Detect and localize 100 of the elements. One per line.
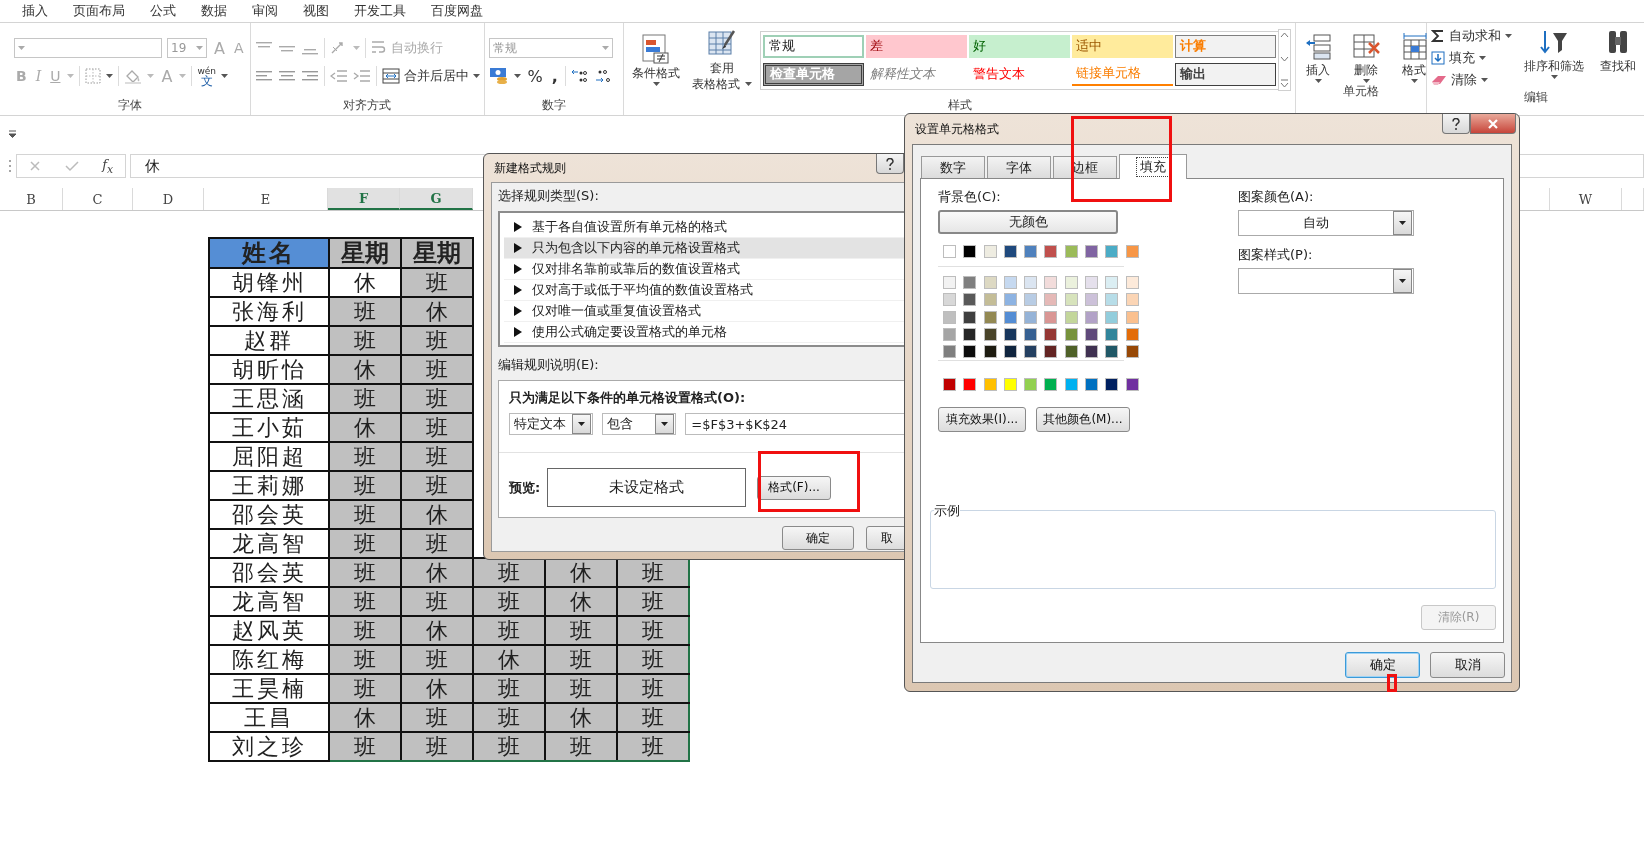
paint-bucket-icon[interactable]: [124, 68, 143, 84]
dialog-tab[interactable]: 数字: [921, 156, 985, 178]
cell-style-item[interactable]: 警告文本: [969, 62, 1070, 86]
color-swatch[interactable]: [1003, 378, 1017, 392]
ribbon-tab[interactable]: 审阅: [240, 0, 291, 22]
merge-center-button[interactable]: 合并后居中: [381, 67, 480, 85]
condition-type-dropdown[interactable]: 特定文本: [509, 413, 594, 435]
insert-function-button[interactable]: f$_{x}$: [102, 156, 114, 176]
gallery-scrollbar[interactable]: [1278, 29, 1291, 91]
caret-icon[interactable]: [1505, 34, 1512, 38]
cell-style-item[interactable]: 适中: [1072, 34, 1173, 58]
color-swatch[interactable]: [963, 327, 977, 341]
cancel-icon[interactable]: [28, 160, 41, 172]
help-button[interactable]: [876, 154, 904, 174]
dialog-tab[interactable]: 填充: [1119, 154, 1187, 179]
color-swatch[interactable]: [983, 327, 997, 341]
color-swatch[interactable]: [1044, 327, 1058, 341]
column-header[interactable]: C: [63, 188, 133, 210]
fill-effects-button[interactable]: 填充效果(I)...: [938, 407, 1026, 433]
confirm-icon[interactable]: [64, 160, 79, 172]
color-swatch[interactable]: [1105, 293, 1119, 307]
caret-icon[interactable]: [106, 74, 114, 78]
color-swatch[interactable]: [1003, 327, 1017, 341]
caret-icon[interactable]: [1399, 221, 1406, 225]
color-swatch[interactable]: [1024, 245, 1038, 259]
operator-dropdown[interactable]: 包含: [602, 413, 677, 435]
color-swatch[interactable]: [943, 293, 956, 307]
ribbon-tab[interactable]: 视图: [291, 0, 342, 22]
delete-button[interactable]: 删除: [1348, 31, 1384, 83]
color-swatch[interactable]: [1085, 327, 1099, 341]
caret-icon[interactable]: [652, 82, 660, 86]
ribbon-tab[interactable]: 插入: [10, 0, 61, 22]
color-swatch[interactable]: [1044, 293, 1058, 307]
color-swatch[interactable]: [1125, 345, 1139, 359]
color-swatch[interactable]: [1003, 245, 1017, 259]
customize-toolbar-icon[interactable]: [8, 130, 17, 138]
color-swatch[interactable]: [1064, 245, 1078, 259]
color-swatch[interactable]: [963, 310, 977, 324]
column-header[interactable]: F: [328, 188, 400, 210]
help-button[interactable]: [1442, 114, 1470, 134]
color-swatch[interactable]: [1064, 327, 1078, 341]
ribbon-tab[interactable]: 百度网盘: [419, 0, 496, 22]
color-swatch[interactable]: [1085, 345, 1099, 359]
color-swatch[interactable]: [1105, 378, 1119, 392]
color-swatch[interactable]: [963, 293, 977, 307]
caret-icon[interactable]: [1314, 79, 1322, 83]
color-swatch[interactable]: [1064, 345, 1078, 359]
color-swatch[interactable]: [943, 378, 956, 392]
increase-indent-icon[interactable]: [352, 69, 371, 83]
conditional-format-button[interactable]: 条件格式: [628, 34, 684, 86]
color-swatch[interactable]: [943, 276, 956, 290]
color-swatch[interactable]: [1024, 276, 1038, 290]
caret-icon[interactable]: [472, 74, 480, 78]
color-swatch[interactable]: [1024, 378, 1038, 392]
caret-icon[interactable]: [1481, 78, 1488, 82]
cancel-button[interactable]: 取消: [1430, 652, 1505, 678]
color-swatch[interactable]: [1125, 245, 1139, 259]
insert-button[interactable]: 插入: [1300, 31, 1336, 83]
color-swatch[interactable]: [1003, 345, 1017, 359]
color-swatch[interactable]: [963, 378, 977, 392]
color-swatch[interactable]: [943, 345, 956, 359]
decrease-indent-icon[interactable]: [329, 69, 348, 83]
color-swatch[interactable]: [1024, 327, 1038, 341]
color-swatch[interactable]: [1105, 276, 1119, 290]
color-swatch[interactable]: [943, 310, 956, 324]
percent-button[interactable]: %: [525, 66, 545, 86]
ribbon-tab[interactable]: 页面布局: [61, 0, 138, 22]
color-swatch[interactable]: [1085, 378, 1099, 392]
color-swatch[interactable]: [943, 245, 956, 259]
cell-style-item[interactable]: 差: [866, 34, 967, 58]
color-swatch[interactable]: [1044, 345, 1058, 359]
color-swatch[interactable]: [983, 345, 997, 359]
color-swatch[interactable]: [963, 276, 977, 290]
color-swatch[interactable]: [1024, 345, 1038, 359]
color-swatch[interactable]: [1105, 327, 1119, 341]
color-swatch[interactable]: [1024, 310, 1038, 324]
color-swatch[interactable]: [1085, 293, 1099, 307]
find-button[interactable]: 查找和: [1596, 27, 1640, 89]
color-swatch[interactable]: [1003, 293, 1017, 307]
column-header[interactable]: D: [133, 188, 204, 210]
ribbon-tab[interactable]: 开发工具: [342, 0, 419, 22]
autosum-button[interactable]: 自动求和: [1431, 27, 1512, 45]
ribbon-tab[interactable]: 公式: [138, 0, 189, 22]
color-swatch[interactable]: [1044, 276, 1058, 290]
color-swatch[interactable]: [1044, 310, 1058, 324]
cell-style-item[interactable]: 常规: [763, 34, 864, 58]
format-as-table-button[interactable]: 套用 表格格式: [688, 29, 756, 91]
cell-style-item[interactable]: 输出: [1175, 62, 1276, 86]
color-swatch[interactable]: [1125, 378, 1139, 392]
more-colors-button[interactable]: 其他颜色(M)...: [1036, 407, 1130, 433]
caret-icon[interactable]: [1362, 79, 1370, 83]
color-swatch[interactable]: [1044, 378, 1058, 392]
sort-filter-button[interactable]: 排序和筛选: [1520, 27, 1588, 89]
color-swatch[interactable]: [1105, 310, 1119, 324]
decrease-decimal-icon[interactable]: [593, 68, 612, 84]
color-swatch[interactable]: [1125, 293, 1139, 307]
color-swatch[interactable]: [963, 245, 977, 259]
color-swatch[interactable]: [1003, 276, 1017, 290]
caret-icon[interactable]: [1550, 75, 1558, 79]
color-swatch[interactable]: [1125, 327, 1139, 341]
